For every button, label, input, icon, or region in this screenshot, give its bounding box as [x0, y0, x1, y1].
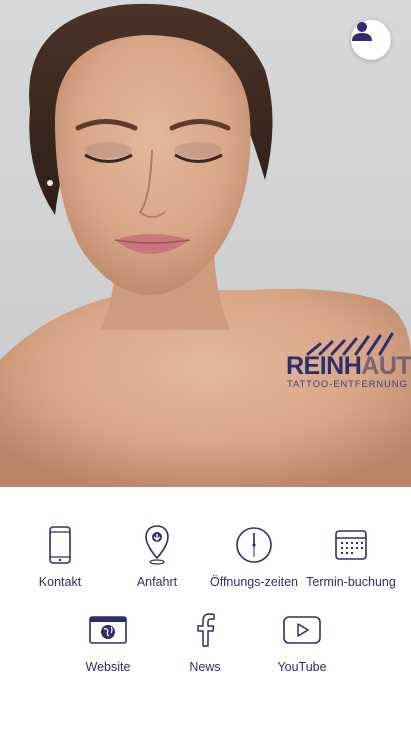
logo-subtitle: TATTOO-ENTFERNUNG [287, 379, 408, 389]
menu-item-terminbuchung[interactable]: Termin-buchung [301, 523, 401, 589]
menu-label: Öffnungs-zeiten [209, 575, 299, 589]
logo-wordmark: REINHAUT [286, 352, 411, 380]
clock-icon [232, 523, 276, 567]
phone-icon [38, 523, 82, 567]
menu-item-anfahrt[interactable]: Anfahrt [107, 523, 207, 589]
menu-item-kontakt[interactable]: Kontakt [10, 523, 110, 589]
profile-button[interactable] [351, 20, 391, 60]
menu-label: Website [85, 660, 131, 674]
menu-item-news[interactable]: News [155, 608, 255, 674]
app-menu: Kontakt Anfahrt Öffnungs-zeiten Termin-b… [0, 487, 411, 731]
user-icon [352, 22, 372, 41]
hero-image: REINHAUT TATTOO-ENTFERNUNG [0, 0, 411, 487]
menu-item-oeffnungszeiten[interactable]: Öffnungs-zeiten [204, 523, 304, 589]
menu-item-website[interactable]: Website [58, 608, 158, 674]
menu-item-youtube[interactable]: YouTube [252, 608, 352, 674]
youtube-play-icon [280, 608, 324, 652]
brand-logo: REINHAUT TATTOO-ENTFERNUNG [286, 332, 411, 392]
portrait-photo [0, 3, 411, 487]
menu-label: Kontakt [38, 575, 82, 589]
menu-label: News [189, 660, 221, 674]
map-pin-icon [135, 523, 179, 567]
menu-label: YouTube [277, 660, 327, 674]
menu-label: Anfahrt [136, 575, 178, 589]
globe-window-icon [86, 608, 130, 652]
facebook-icon [183, 608, 227, 652]
calendar-icon [329, 523, 373, 567]
menu-label: Termin-buchung [306, 575, 396, 589]
